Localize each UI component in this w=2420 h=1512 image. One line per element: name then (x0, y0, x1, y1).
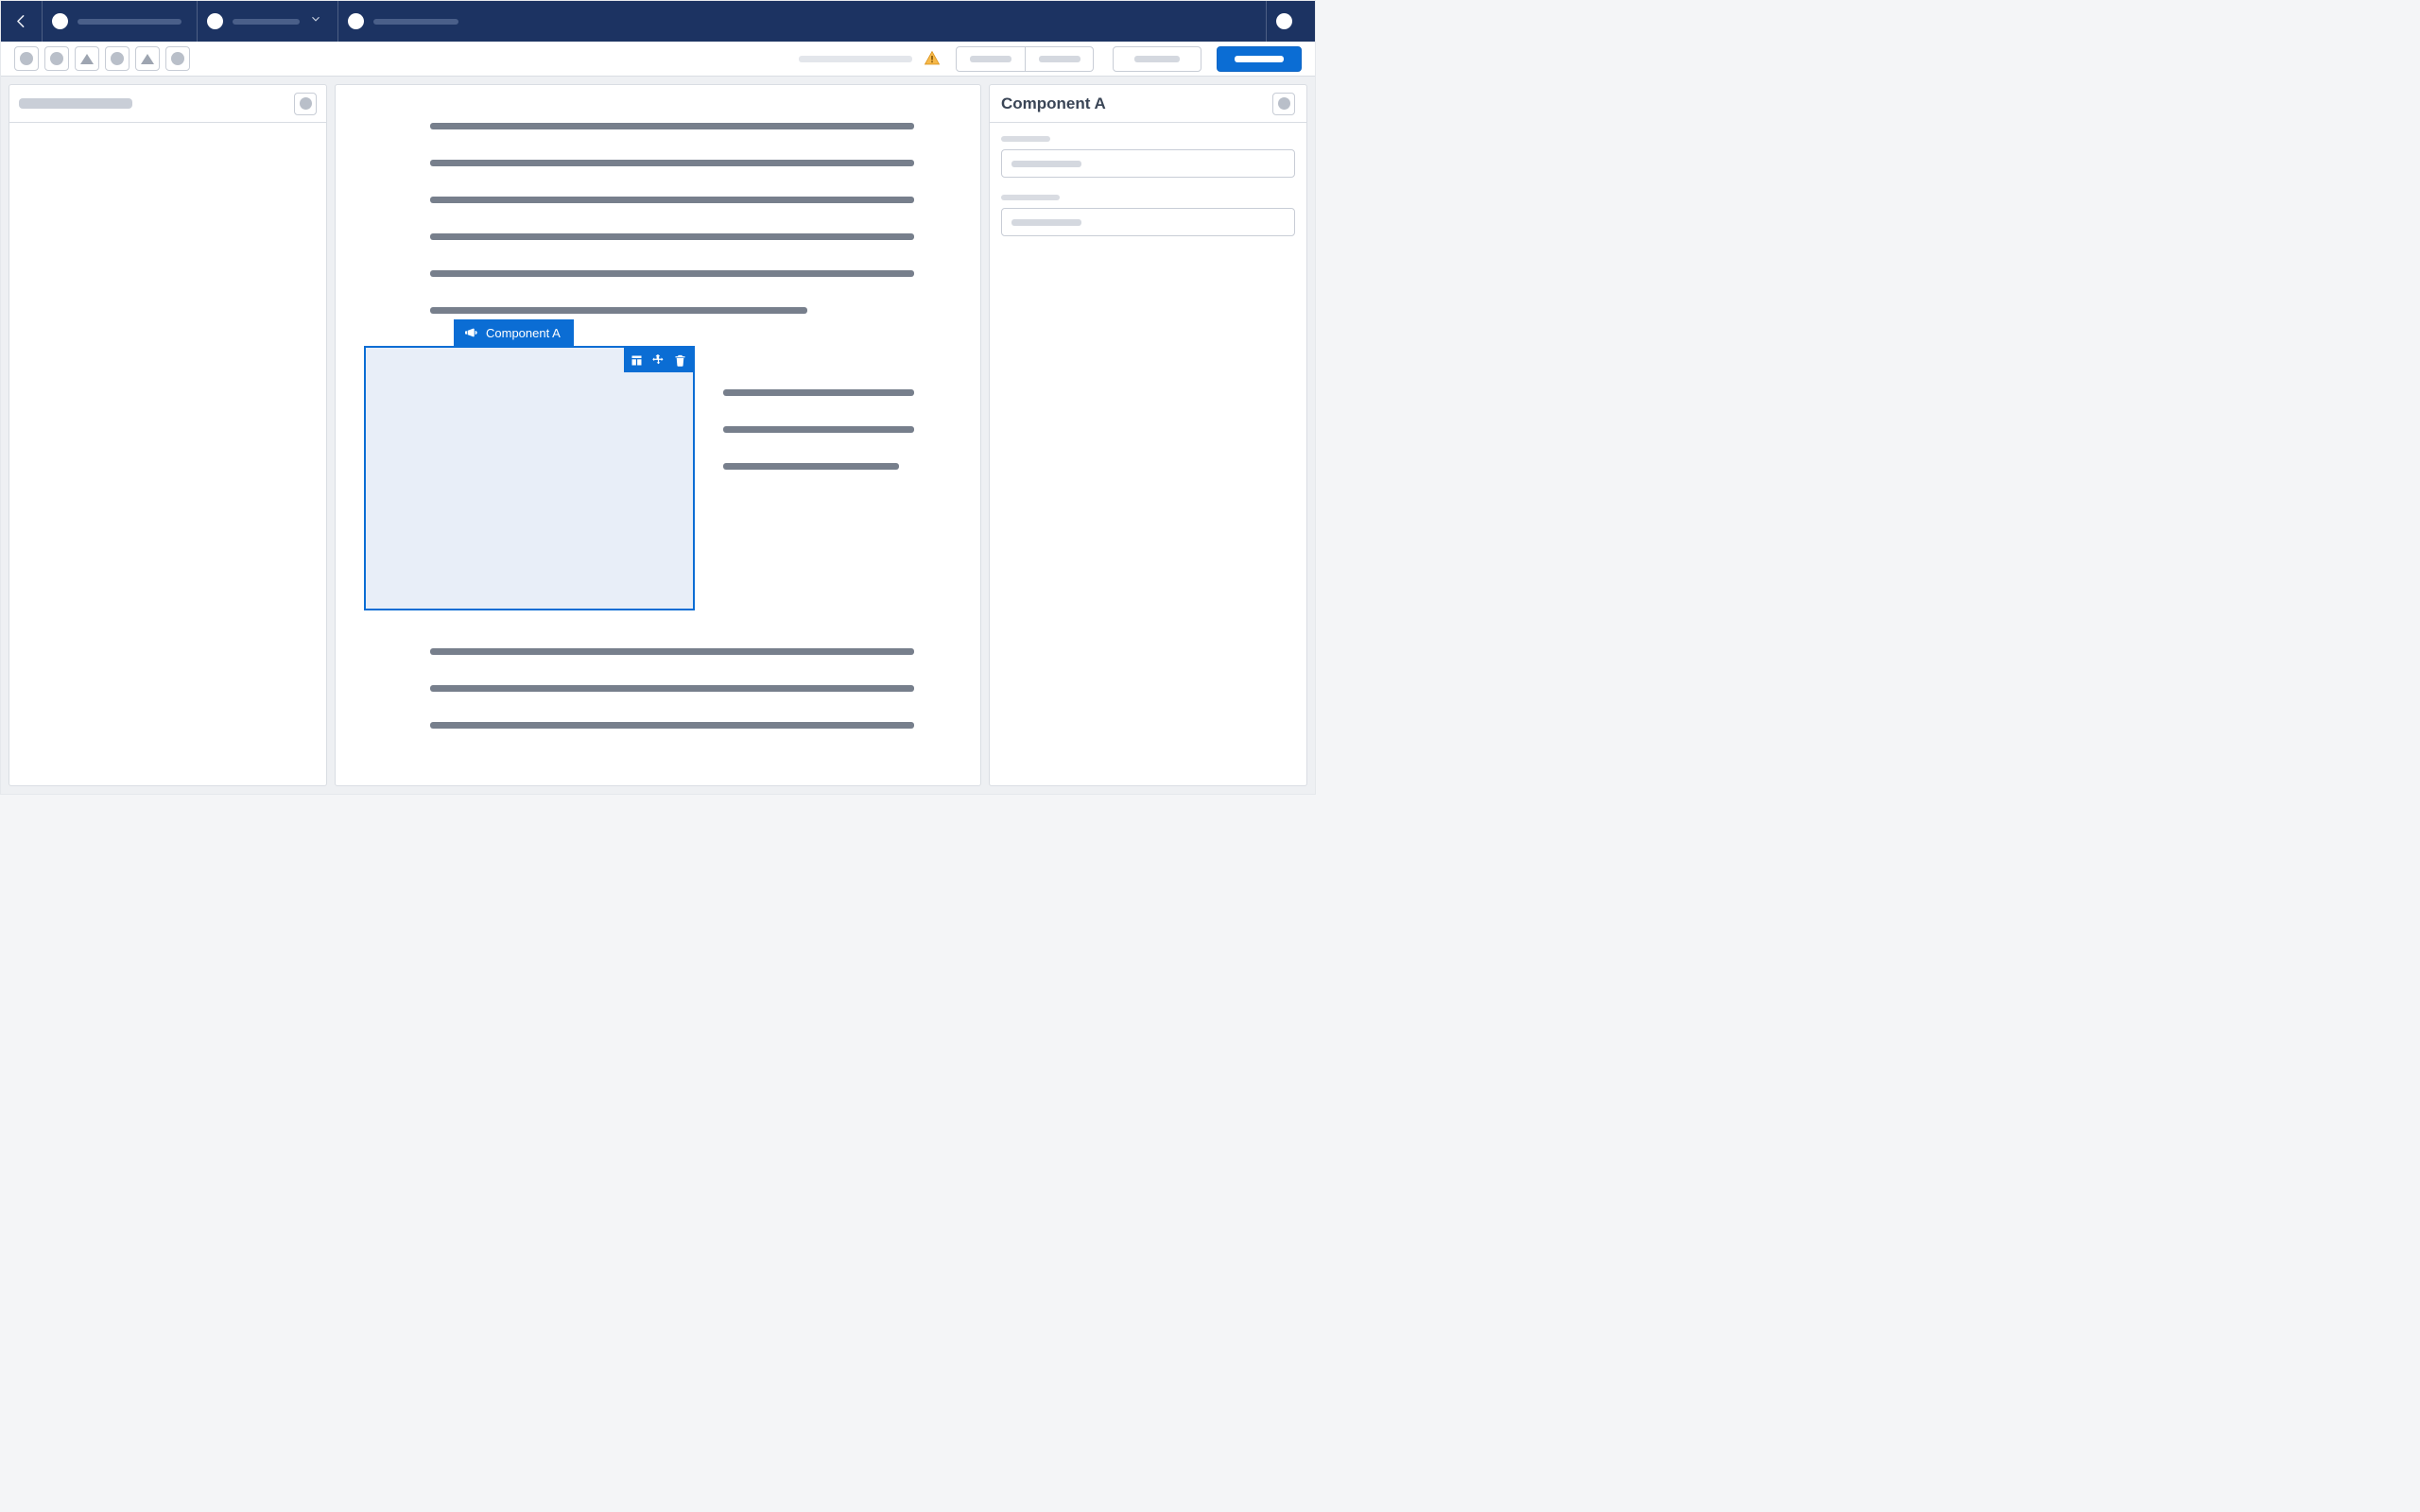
page-name-placeholder (233, 19, 300, 25)
context-page-dropdown[interactable] (198, 1, 338, 42)
property-2-label (1001, 195, 1060, 200)
page-icon (207, 13, 223, 29)
megaphone-icon (463, 325, 478, 340)
toolbar-button-1[interactable] (14, 46, 39, 71)
record-name-placeholder (373, 19, 458, 25)
property-2-input[interactable] (1001, 208, 1295, 236)
chevron-down-icon (309, 12, 322, 30)
builder-body: Component A (1, 77, 1315, 794)
components-panel-action[interactable] (294, 93, 317, 115)
secondary-action-button[interactable] (1113, 46, 1201, 72)
inspector-title: Component A (1001, 94, 1106, 113)
toolbar-button-2[interactable] (44, 46, 69, 71)
device-tablet[interactable] (1025, 47, 1093, 71)
app-builder: Component A (0, 0, 1316, 795)
components-panel-header (9, 85, 326, 123)
context-record[interactable] (338, 1, 474, 42)
device-desktop[interactable] (957, 47, 1025, 71)
component-move-icon[interactable] (651, 353, 666, 368)
selected-component-region: Component A (364, 346, 914, 610)
component-properties-icon[interactable] (630, 353, 644, 368)
toolbar-button-6[interactable] (165, 46, 190, 71)
toolbar-button-5[interactable] (135, 46, 160, 71)
context-app[interactable] (43, 1, 198, 42)
primary-action-button[interactable] (1217, 46, 1302, 72)
component-action-bar (624, 348, 693, 372)
device-preview-switch (956, 46, 1094, 72)
property-1-input[interactable] (1001, 149, 1295, 178)
text-block-wrap (723, 389, 914, 500)
app-icon (52, 13, 68, 29)
warning-icon (924, 50, 941, 67)
selected-component[interactable] (364, 346, 695, 610)
builder-toolbar (1, 42, 1315, 77)
component-delete-icon[interactable] (673, 353, 687, 368)
component-label-text: Component A (486, 326, 561, 340)
canvas[interactable]: Component A (335, 84, 981, 786)
record-icon (348, 13, 364, 29)
components-panel (9, 84, 327, 786)
text-block-top (430, 123, 914, 314)
help-icon (1276, 13, 1292, 29)
components-panel-title (19, 98, 132, 109)
component-label-tag: Component A (454, 319, 574, 346)
property-1-label (1001, 136, 1050, 142)
help-menu[interactable] (1266, 1, 1315, 42)
toolbar-button-3[interactable] (75, 46, 99, 71)
inspector-header: Component A (990, 85, 1306, 123)
save-status-text (799, 56, 912, 62)
text-block-bottom (430, 648, 914, 729)
app-name-placeholder (78, 19, 182, 25)
back-button[interactable] (1, 1, 43, 42)
inspector-body (990, 123, 1306, 266)
toolbar-button-4[interactable] (105, 46, 130, 71)
global-header (1, 1, 1315, 42)
inspector-panel: Component A (989, 84, 1307, 786)
inspector-header-action[interactable] (1272, 93, 1295, 115)
